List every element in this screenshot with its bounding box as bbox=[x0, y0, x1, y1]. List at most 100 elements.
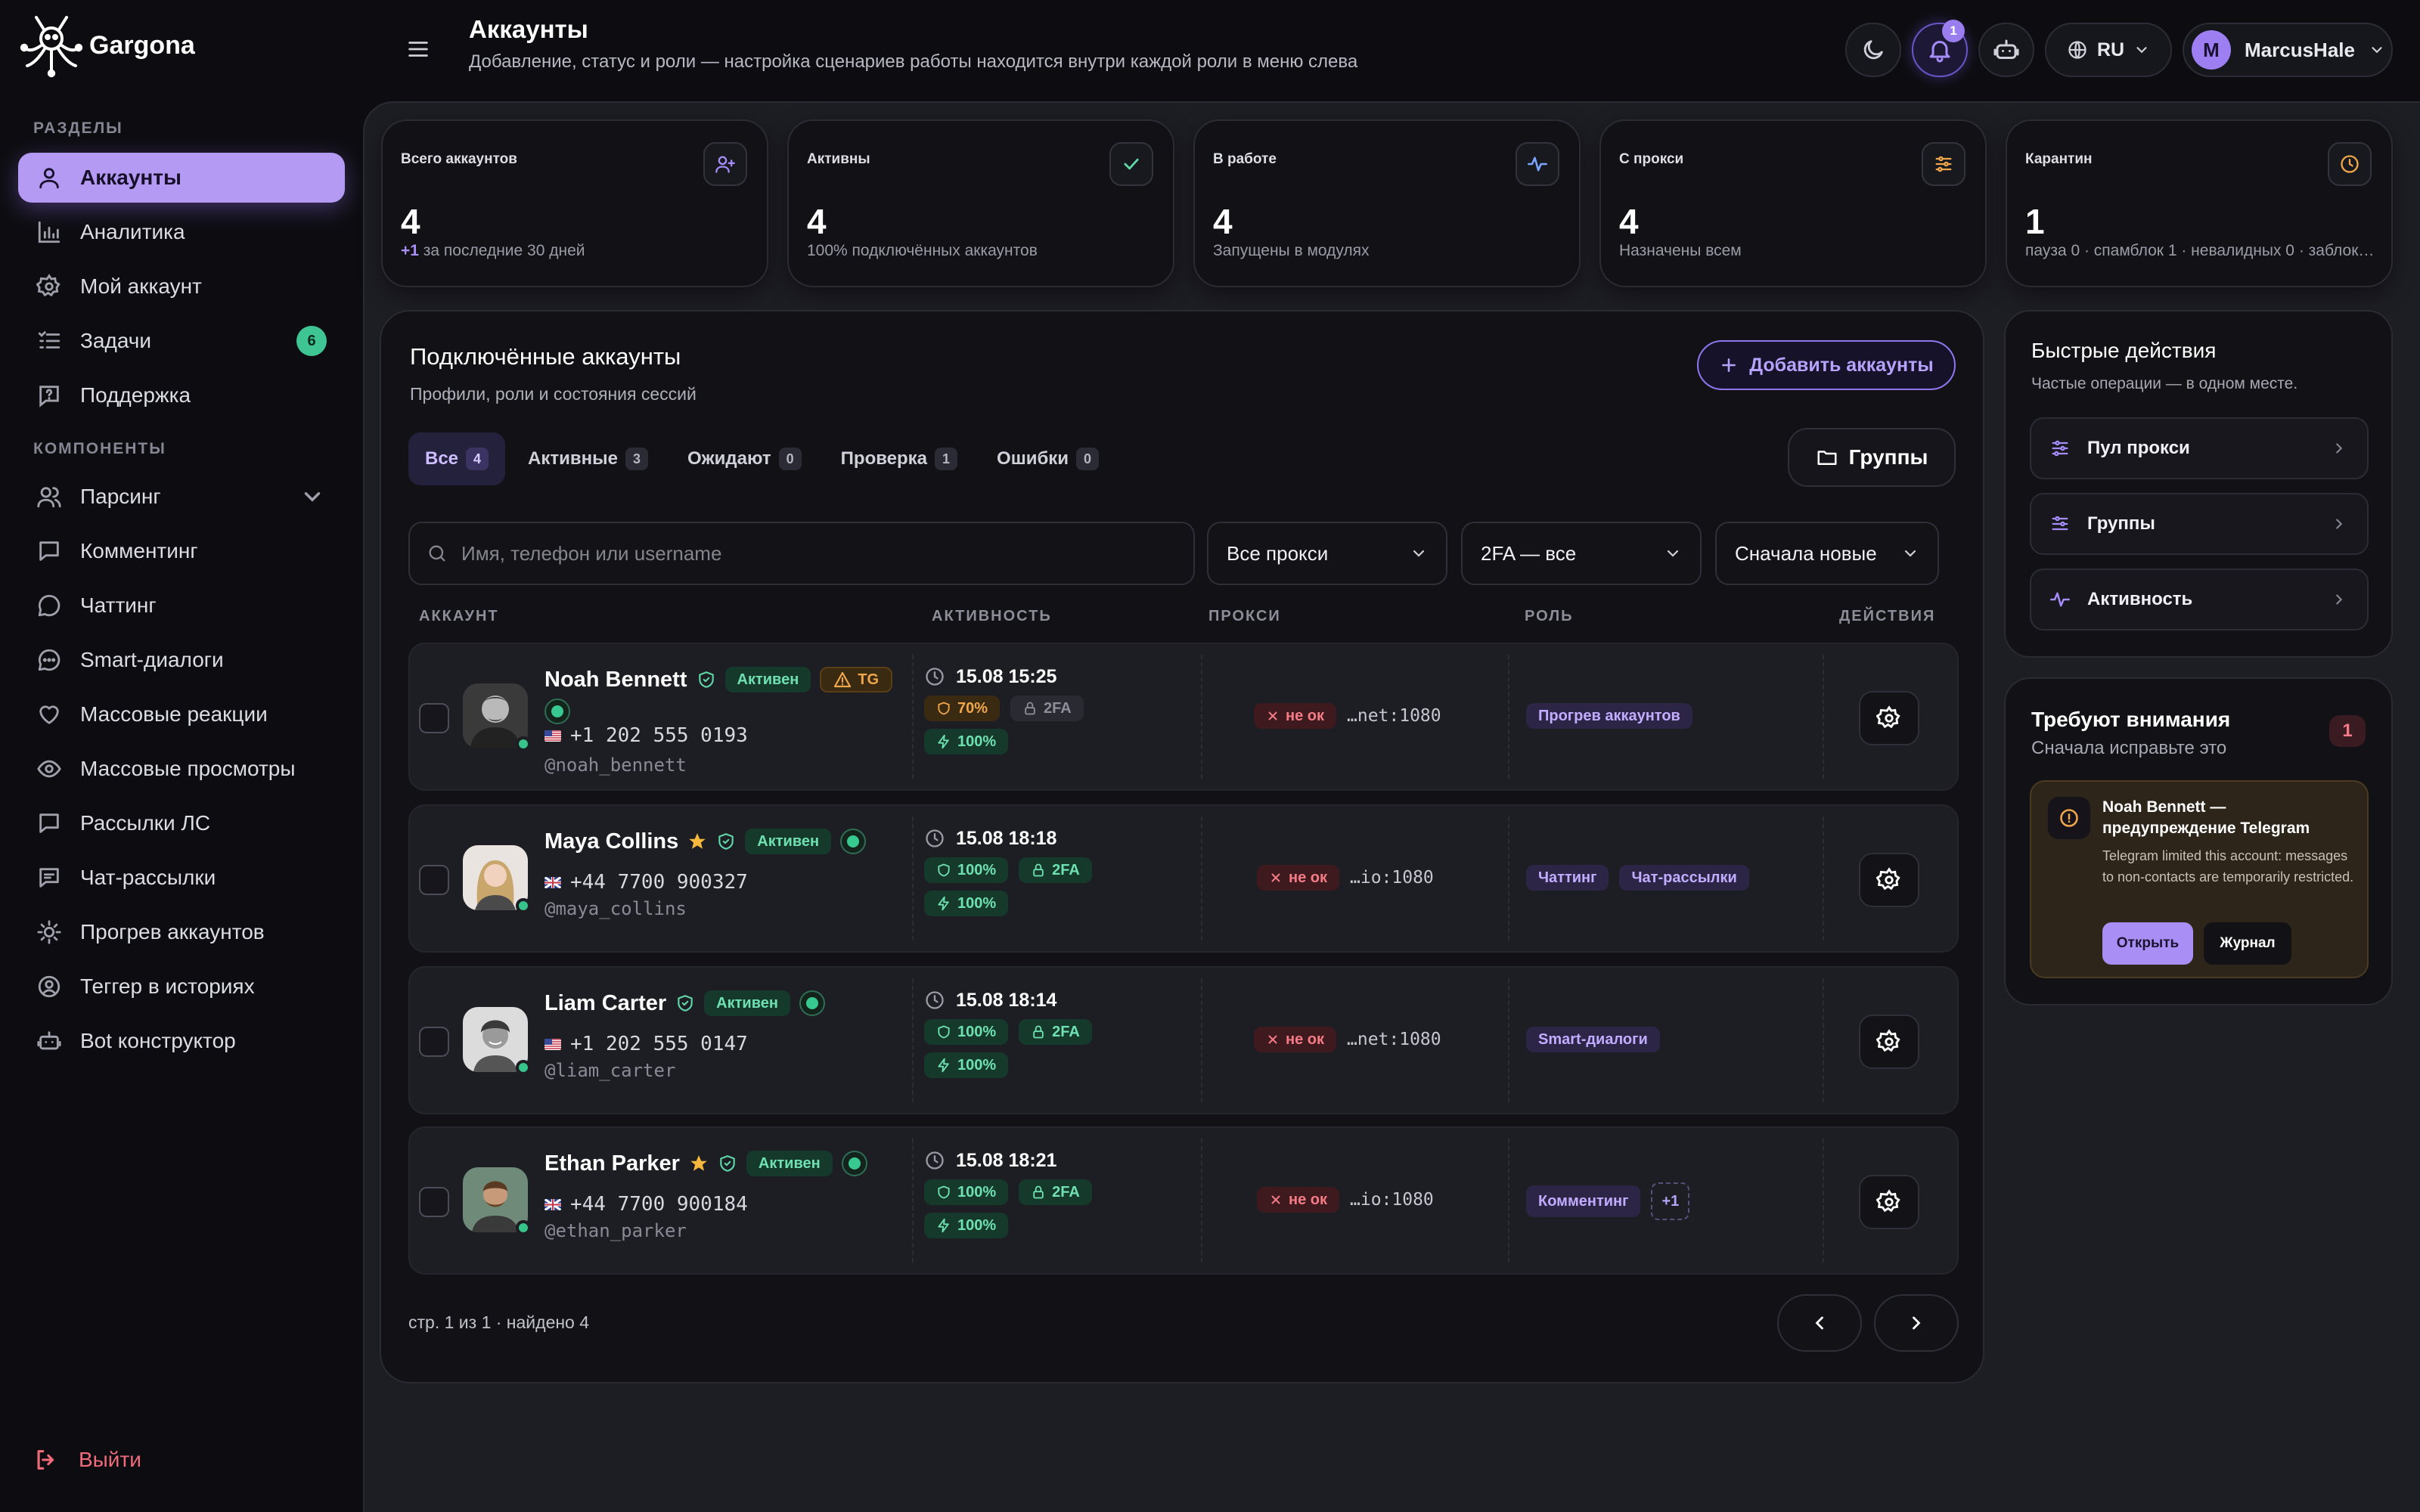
role-badge[interactable]: Smart-диалоги bbox=[1526, 1027, 1660, 1052]
sidebar-item-label: Чаттинг bbox=[80, 593, 157, 617]
tab-all[interactable]: Все 4 bbox=[408, 432, 506, 485]
chevron-right-icon bbox=[1913, 1316, 1921, 1330]
sidebar-item-commenting[interactable]: Комментинг bbox=[18, 526, 345, 576]
account-settings-button[interactable] bbox=[1859, 1175, 1919, 1229]
role-badge[interactable]: Чат-рассылки bbox=[1619, 865, 1749, 891]
twofa-filter-select[interactable]: 2FA — все bbox=[1461, 522, 1702, 585]
sidebar-item-mass-reactions[interactable]: Массовые реакции bbox=[18, 689, 345, 739]
search-field[interactable] bbox=[408, 522, 1195, 585]
account-name: Maya Collins bbox=[544, 829, 679, 854]
last-activity-time: 15.08 18:14 bbox=[956, 989, 1057, 1011]
twofa-label: 2FA bbox=[1052, 861, 1080, 878]
sidebar-item-mass-views[interactable]: Массовые просмотры bbox=[18, 744, 345, 794]
menu-toggle-button[interactable] bbox=[404, 36, 433, 62]
tab-count: 0 bbox=[1076, 448, 1100, 470]
notifications-button[interactable]: 1 bbox=[1912, 20, 1968, 77]
column-divider bbox=[1201, 1139, 1202, 1263]
sidebar-item-smart-dialogs[interactable]: Smart-диалоги bbox=[18, 635, 345, 685]
theme-toggle-button[interactable] bbox=[1845, 23, 1901, 77]
account-settings-button[interactable] bbox=[1859, 1015, 1919, 1069]
roles-cell: Чаттинг Чат-рассылки bbox=[1526, 865, 1749, 891]
sidebar-item-tasks[interactable]: Задачи 6 bbox=[18, 316, 345, 366]
sidebar-item-chat-mailings[interactable]: Чат-рассылки bbox=[18, 853, 345, 903]
activity-cell: 15.08 18:18 100% 2FA 100% bbox=[924, 827, 1092, 916]
groups-button[interactable]: Группы bbox=[1788, 428, 1956, 487]
activity-icon bbox=[2050, 592, 2070, 607]
prev-page-button[interactable] bbox=[1777, 1294, 1862, 1352]
tab-checking[interactable]: Проверка 1 bbox=[824, 432, 974, 485]
account-settings-button[interactable] bbox=[1859, 853, 1919, 907]
table-row[interactable]: Maya Collins Активен +44 7700 900327 @ma… bbox=[408, 804, 1959, 953]
quick-action-proxy-pool[interactable]: Пул прокси bbox=[2030, 417, 2369, 479]
role-badge[interactable]: Прогрев аккаунтов bbox=[1526, 703, 1692, 729]
more-roles-badge[interactable]: +1 bbox=[1651, 1182, 1690, 1220]
x-icon bbox=[1271, 873, 1280, 882]
stat-icon-box bbox=[1922, 142, 1965, 186]
health-value: 100% bbox=[957, 1183, 997, 1201]
chevron-down-icon[interactable] bbox=[299, 484, 325, 510]
table-row[interactable]: Noah Bennett Активен TG +1 202 555 0193 … bbox=[408, 643, 1959, 791]
sidebar-item-my-account[interactable]: Мой аккаунт bbox=[18, 262, 345, 311]
notifications-count-badge: 1 bbox=[1942, 20, 1965, 42]
table-row[interactable]: Liam Carter Активен +1 202 555 0147 @lia… bbox=[408, 966, 1959, 1114]
stat-card-quarantine: Карантин 1 пауза 0 · спамблок 1 · невали… bbox=[2006, 119, 2393, 287]
search-input[interactable] bbox=[461, 541, 1142, 565]
sort-select[interactable]: Сначала новые bbox=[1715, 522, 1939, 585]
sidebar-item-label: Прогрев аккаунтов bbox=[80, 920, 265, 943]
role-badge[interactable]: Комментинг bbox=[1526, 1185, 1641, 1217]
role-badge[interactable]: Чаттинг bbox=[1526, 865, 1609, 891]
hamburger-icon bbox=[408, 42, 428, 57]
sidebar-item-accounts[interactable]: Аккаунты bbox=[18, 153, 345, 203]
quick-action-label: Активность bbox=[2087, 589, 2193, 609]
sidebar-item-label: Массовые просмотры bbox=[80, 757, 296, 780]
sidebar-item-account-warmup[interactable]: Прогрев аккаунтов bbox=[18, 907, 345, 957]
column-divider bbox=[1508, 978, 1509, 1102]
user-menu-button[interactable]: M MarcusHale bbox=[2183, 23, 2393, 77]
twofa-badge: 2FA bbox=[1019, 1179, 1092, 1205]
logo[interactable]: Gargona bbox=[18, 11, 195, 80]
sidebar-item-dm-mailings[interactable]: Рассылки ЛС bbox=[18, 798, 345, 848]
sidebar-item-bot-builder[interactable]: Bot конструктор bbox=[18, 1016, 345, 1066]
language-select[interactable]: RU bbox=[2045, 23, 2172, 77]
sidebar-item-label: Задачи bbox=[80, 329, 152, 352]
open-alert-button[interactable]: Открыть bbox=[2102, 922, 2193, 965]
proxy-cell: не ок …net:1080 bbox=[1254, 1027, 1441, 1052]
quick-action-groups[interactable]: Группы bbox=[2030, 493, 2369, 555]
sidebar-item-story-tagger[interactable]: Теггер в историях bbox=[18, 962, 345, 1012]
column-divider bbox=[912, 655, 914, 779]
dots-bubble-icon bbox=[38, 649, 60, 671]
column-divider bbox=[1508, 655, 1509, 779]
table-row[interactable]: Ethan Parker Активен +44 7700 900184 @et… bbox=[408, 1126, 1959, 1275]
account-settings-button[interactable] bbox=[1859, 691, 1919, 745]
row-checkbox[interactable] bbox=[419, 703, 449, 733]
row-checkbox[interactable] bbox=[419, 1027, 449, 1057]
status-badge: Активен bbox=[746, 1151, 833, 1176]
proxy-filter-select[interactable]: Все прокси bbox=[1207, 522, 1447, 585]
sidebar-item-chatting[interactable]: Чаттинг bbox=[18, 581, 345, 631]
roles-cell: Прогрев аккаунтов bbox=[1526, 703, 1692, 729]
row-checkbox[interactable] bbox=[419, 1187, 449, 1217]
telegram-warning-badge[interactable]: TG bbox=[820, 667, 893, 692]
shield-check-icon bbox=[698, 671, 714, 688]
chevron-right-icon bbox=[2336, 594, 2343, 605]
logout-button[interactable]: Выйти bbox=[33, 1447, 141, 1473]
account-name-line: Noah Bennett Активен TG bbox=[544, 667, 893, 692]
account-username: @noah_bennett bbox=[544, 754, 687, 776]
attention-subtitle: Сначала исправьте это bbox=[2031, 738, 2227, 758]
tab-pending[interactable]: Ожидают 0 bbox=[671, 432, 818, 485]
row-checkbox[interactable] bbox=[419, 865, 449, 895]
groups-label: Группы bbox=[1848, 445, 1928, 469]
quick-action-activity[interactable]: Активность bbox=[2030, 569, 2369, 631]
bot-button[interactable] bbox=[1978, 23, 2034, 77]
sidebar-item-support[interactable]: Поддержка bbox=[18, 370, 345, 420]
sidebar-item-parsing[interactable]: Парсинг bbox=[18, 472, 345, 522]
octopus-logo-icon bbox=[20, 16, 83, 78]
sidebar-item-analytics[interactable]: Аналитика bbox=[18, 207, 345, 257]
alert-title: Noah Bennett — предупреждение Telegram bbox=[2102, 798, 2310, 837]
view-log-button[interactable]: Журнал bbox=[2204, 922, 2291, 965]
tab-label: Все bbox=[425, 448, 459, 469]
tab-errors[interactable]: Ошибки 0 bbox=[980, 432, 1115, 485]
add-accounts-button[interactable]: Добавить аккаунты bbox=[1697, 340, 1956, 390]
next-page-button[interactable] bbox=[1874, 1294, 1959, 1352]
tab-active[interactable]: Активные 3 bbox=[511, 432, 665, 485]
